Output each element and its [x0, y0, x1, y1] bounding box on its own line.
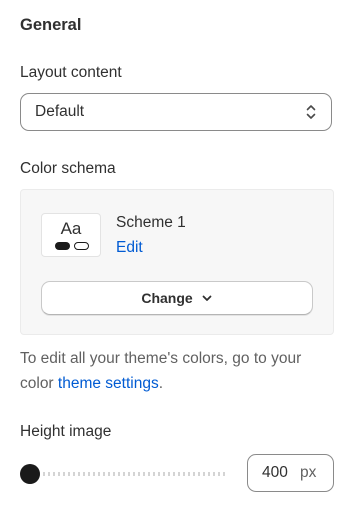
help-text-after: . — [158, 375, 164, 392]
theme-settings-link[interactable]: theme settings — [58, 375, 159, 392]
height-image-unit: px — [300, 464, 317, 481]
swatch-dark-pill — [55, 242, 70, 250]
section-title: General — [20, 16, 82, 34]
slider-thumb[interactable] — [20, 464, 40, 484]
change-button-label: Change — [141, 290, 193, 306]
help-text: To edit all your theme's colors, go to y… — [20, 346, 320, 396]
color-scheme-card: Aa Scheme 1 Edit Change — [20, 189, 334, 335]
select-chevron-icon — [305, 103, 317, 121]
scheme-swatch-text: Aa — [60, 219, 82, 238]
layout-content-select-value: Default — [35, 103, 85, 120]
swatch-light-pill — [74, 242, 89, 250]
layout-content-select[interactable]: Default — [20, 93, 332, 131]
scheme-name: Scheme 1 — [116, 214, 186, 231]
height-image-field[interactable]: px — [247, 454, 334, 492]
scheme-swatch: Aa — [41, 213, 101, 257]
chevron-down-icon — [201, 292, 213, 304]
layout-content-label: Layout content — [20, 64, 122, 81]
slider-track — [28, 472, 228, 476]
height-image-label: Height image — [20, 423, 112, 440]
height-image-slider[interactable] — [20, 463, 230, 485]
color-schema-label: Color schema — [20, 160, 116, 177]
height-image-input[interactable] — [262, 464, 296, 482]
change-scheme-button[interactable]: Change — [41, 281, 313, 315]
scheme-edit-link[interactable]: Edit — [116, 238, 143, 258]
